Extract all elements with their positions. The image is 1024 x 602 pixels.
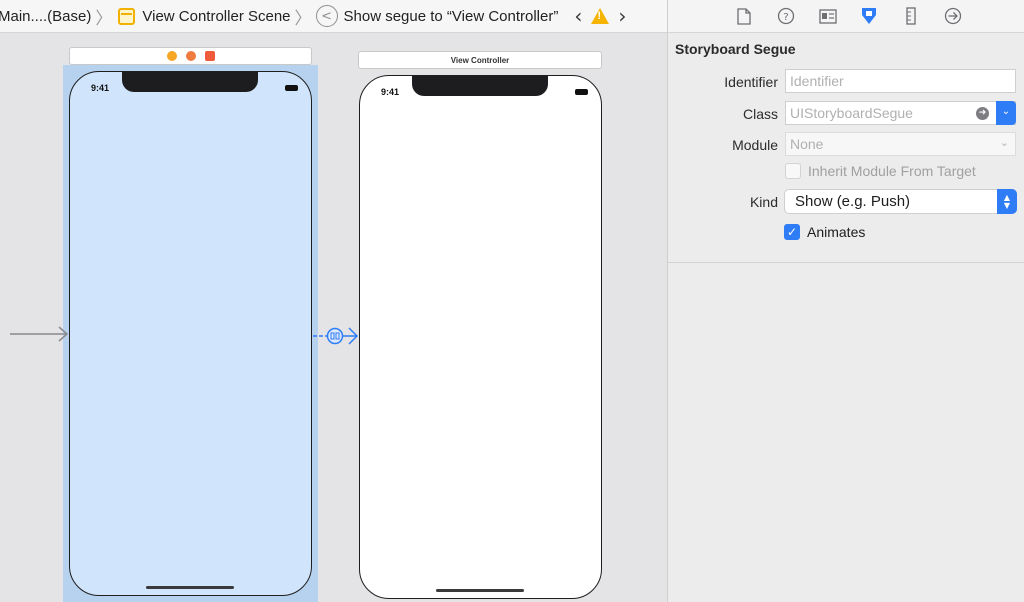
- segue-icon: <: [315, 5, 338, 27]
- forward-arrow-icon[interactable]: ›: [618, 4, 626, 28]
- breadcrumb-file[interactable]: Main....(Base): [0, 8, 91, 25]
- view-controller-right[interactable]: 9:41: [359, 75, 602, 599]
- identifier-placeholder: Identifier: [790, 73, 844, 89]
- animates-checkbox[interactable]: ✓: [784, 224, 800, 240]
- popup-stepper-icon: ▲ ▼: [997, 189, 1017, 214]
- inherit-module-label: Inherit Module From Target: [808, 163, 976, 179]
- inspector-panel: ? Storyboard Segue Identifier Identifier…: [667, 0, 1024, 602]
- device-notch: [412, 75, 548, 96]
- breadcrumb-file-label: Main....(Base): [0, 7, 92, 25]
- status-bar-time: 9:41: [91, 83, 110, 93]
- storyboard-canvas[interactable]: Main....(Base) 〉 View Controller Scene 〉…: [0, 0, 667, 602]
- view-controller-left[interactable]: 9:41: [69, 71, 312, 596]
- class-placeholder: UIStoryboardSegue: [790, 105, 913, 121]
- class-dropdown-icon[interactable]: ⌄: [996, 101, 1016, 125]
- scene-icon: [118, 7, 136, 25]
- segue-connection-icon[interactable]: [313, 322, 363, 350]
- scene-title: View Controller: [450, 55, 510, 65]
- battery-icon: [575, 89, 588, 95]
- attributes-inspector-icon[interactable]: [858, 5, 880, 27]
- connections-inspector-icon[interactable]: [942, 5, 964, 27]
- identity-inspector-icon[interactable]: [817, 5, 839, 27]
- inherit-module-checkbox[interactable]: [785, 163, 801, 179]
- module-placeholder: None: [790, 136, 824, 152]
- first-responder-icon[interactable]: [166, 51, 177, 61]
- scene-dock-left[interactable]: [69, 47, 312, 65]
- chevron-down-icon: ⌄: [999, 136, 1009, 149]
- class-field[interactable]: UIStoryboardSegue ➜ ⌄: [785, 101, 1016, 125]
- breadcrumb-separator-icon: 〉: [95, 8, 113, 29]
- svg-text:?: ?: [783, 12, 788, 23]
- breadcrumb-segue[interactable]: < Show segue to “View Controller”: [315, 5, 559, 27]
- section-title: Storyboard Segue: [675, 41, 796, 57]
- view-controller-icon[interactable]: [204, 51, 215, 61]
- go-to-class-icon[interactable]: ➜: [976, 107, 989, 120]
- device-notch: [122, 71, 258, 92]
- file-inspector-icon[interactable]: [733, 5, 755, 27]
- home-indicator: [146, 586, 234, 589]
- home-indicator: [436, 589, 524, 592]
- kind-label: Kind: [749, 194, 778, 210]
- scene-title-bar-right[interactable]: View Controller: [358, 51, 602, 69]
- exit-icon[interactable]: [185, 51, 196, 61]
- kind-value: Show (e.g. Push): [795, 193, 911, 210]
- section-divider: [668, 262, 1024, 263]
- breadcrumb-scene-label: View Controller Scene: [142, 7, 291, 25]
- kind-popup-button[interactable]: Show (e.g. Push) ▲ ▼: [784, 189, 1017, 214]
- module-label: Module: [732, 137, 778, 153]
- quick-help-icon[interactable]: ?: [775, 5, 797, 27]
- back-arrow-icon[interactable]: ‹: [574, 4, 582, 28]
- size-inspector-icon[interactable]: [900, 5, 922, 27]
- warning-icon[interactable]: [591, 8, 610, 24]
- identifier-label: Identifier: [724, 74, 778, 90]
- identifier-field[interactable]: Identifier: [785, 69, 1016, 93]
- module-field[interactable]: None ⌄: [785, 132, 1016, 156]
- breadcrumb-separator-icon: 〉: [294, 8, 312, 29]
- breadcrumb-scene[interactable]: View Controller Scene: [116, 7, 291, 25]
- status-bar-time: 9:41: [381, 87, 400, 97]
- inspector-tab-bar: ?: [668, 0, 1024, 33]
- breadcrumb-segue-label: Show segue to “View Controller”: [343, 7, 559, 25]
- battery-icon: [285, 85, 298, 91]
- jump-bar: Main....(Base) 〉 View Controller Scene 〉…: [0, 0, 667, 33]
- class-label: Class: [742, 106, 778, 122]
- initial-view-controller-arrow-icon[interactable]: [10, 326, 70, 342]
- animates-label: Animates: [807, 224, 866, 240]
